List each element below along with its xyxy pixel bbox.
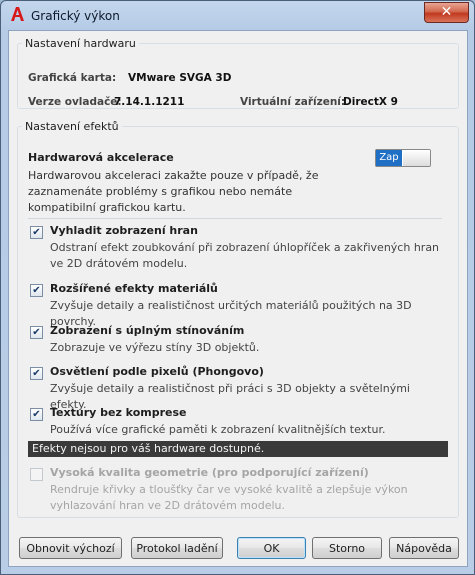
virtual-device-label: Virtuální zařízení: — [240, 96, 346, 108]
autocad-logo-icon — [11, 7, 24, 21]
dialog-window: Grafický výkon ✕ Nastavení hardwaru Graf… — [0, 0, 475, 575]
hardware-acceleration-toggle[interactable]: Zap — [375, 149, 431, 167]
effect-title: Vysoká kvalita geometrie (pro podporujíc… — [50, 466, 369, 479]
graphics-card-value: VMware SVGA 3D — [128, 72, 232, 84]
toggle-on-label: Zap — [376, 150, 402, 166]
debug-log-button[interactable]: Protokol ladění — [131, 537, 223, 559]
graphics-card-label: Grafická karta: — [28, 72, 117, 84]
effect-description: Zobrazuje ve výřezu stíny 3D objektů. — [50, 341, 260, 354]
driver-version-label: Verze ovladače: — [28, 96, 122, 108]
cancel-button[interactable]: Storno — [312, 537, 382, 559]
smooth-lines-checkbox[interactable]: ✔ — [30, 226, 43, 239]
hardware-settings-group: Nastavení hardwaru Grafická karta: VMwar… — [17, 37, 459, 109]
effects-settings-legend: Nastavení efektů — [25, 120, 119, 133]
hardware-acceleration-title: Hardwarová akcelerace — [28, 151, 174, 164]
enhanced-materials-checkbox[interactable]: ✔ — [30, 284, 43, 297]
effect-description: Rendruje křivky a tloušťky čar ve vysoké… — [50, 483, 408, 512]
effect-description: Odstraní efekt zoubkování při zobrazení … — [50, 241, 440, 270]
title-bar[interactable]: Grafický výkon ✕ — [1, 1, 474, 29]
effect-title: Rozšířené efekty materiálů — [50, 282, 218, 295]
full-shadows-checkbox[interactable]: ✔ — [30, 326, 43, 339]
driver-version-value: 7.14.1.1211 — [114, 96, 185, 108]
virtual-device-value: DirectX 9 — [343, 96, 398, 108]
effect-title: Osvětlení podle pixelů (Phongovo) — [50, 365, 264, 378]
effect-title: Zobrazení s úplným stínováním — [50, 324, 245, 337]
hardware-acceleration-description: Hardwarovou akceleraci zakažte pouze v p… — [28, 169, 319, 214]
effects-settings-group: Nastavení efektů Hardwarová akcelerace Z… — [17, 120, 459, 518]
effect-description: Používá více grafické paměti k zobrazení… — [50, 423, 386, 436]
high-quality-geometry-checkbox: ✔ — [30, 468, 43, 481]
hardware-settings-legend: Nastavení hardwaru — [25, 37, 136, 50]
effect-title: Vyhladit zobrazení hran — [50, 224, 198, 237]
per-pixel-lighting-checkbox[interactable]: ✔ — [30, 367, 43, 380]
effect-title: Textury bez komprese — [50, 406, 187, 419]
uncompressed-textures-checkbox[interactable]: ✔ — [30, 408, 43, 421]
restore-defaults-button[interactable]: Obnovit výchozí — [19, 537, 122, 559]
close-button[interactable]: ✕ — [424, 2, 469, 23]
help-button[interactable]: Nápověda — [389, 537, 459, 559]
ok-button[interactable]: OK — [237, 537, 306, 559]
window-title: Grafický výkon — [31, 9, 120, 23]
toggle-knob — [403, 150, 430, 166]
dialog-client-area: Nastavení hardwaru Grafická karta: VMwar… — [8, 30, 468, 567]
unavailable-effects-notice: Efekty nejsou pro váš hardware dostupné. — [28, 441, 448, 457]
separator — [28, 218, 442, 219]
